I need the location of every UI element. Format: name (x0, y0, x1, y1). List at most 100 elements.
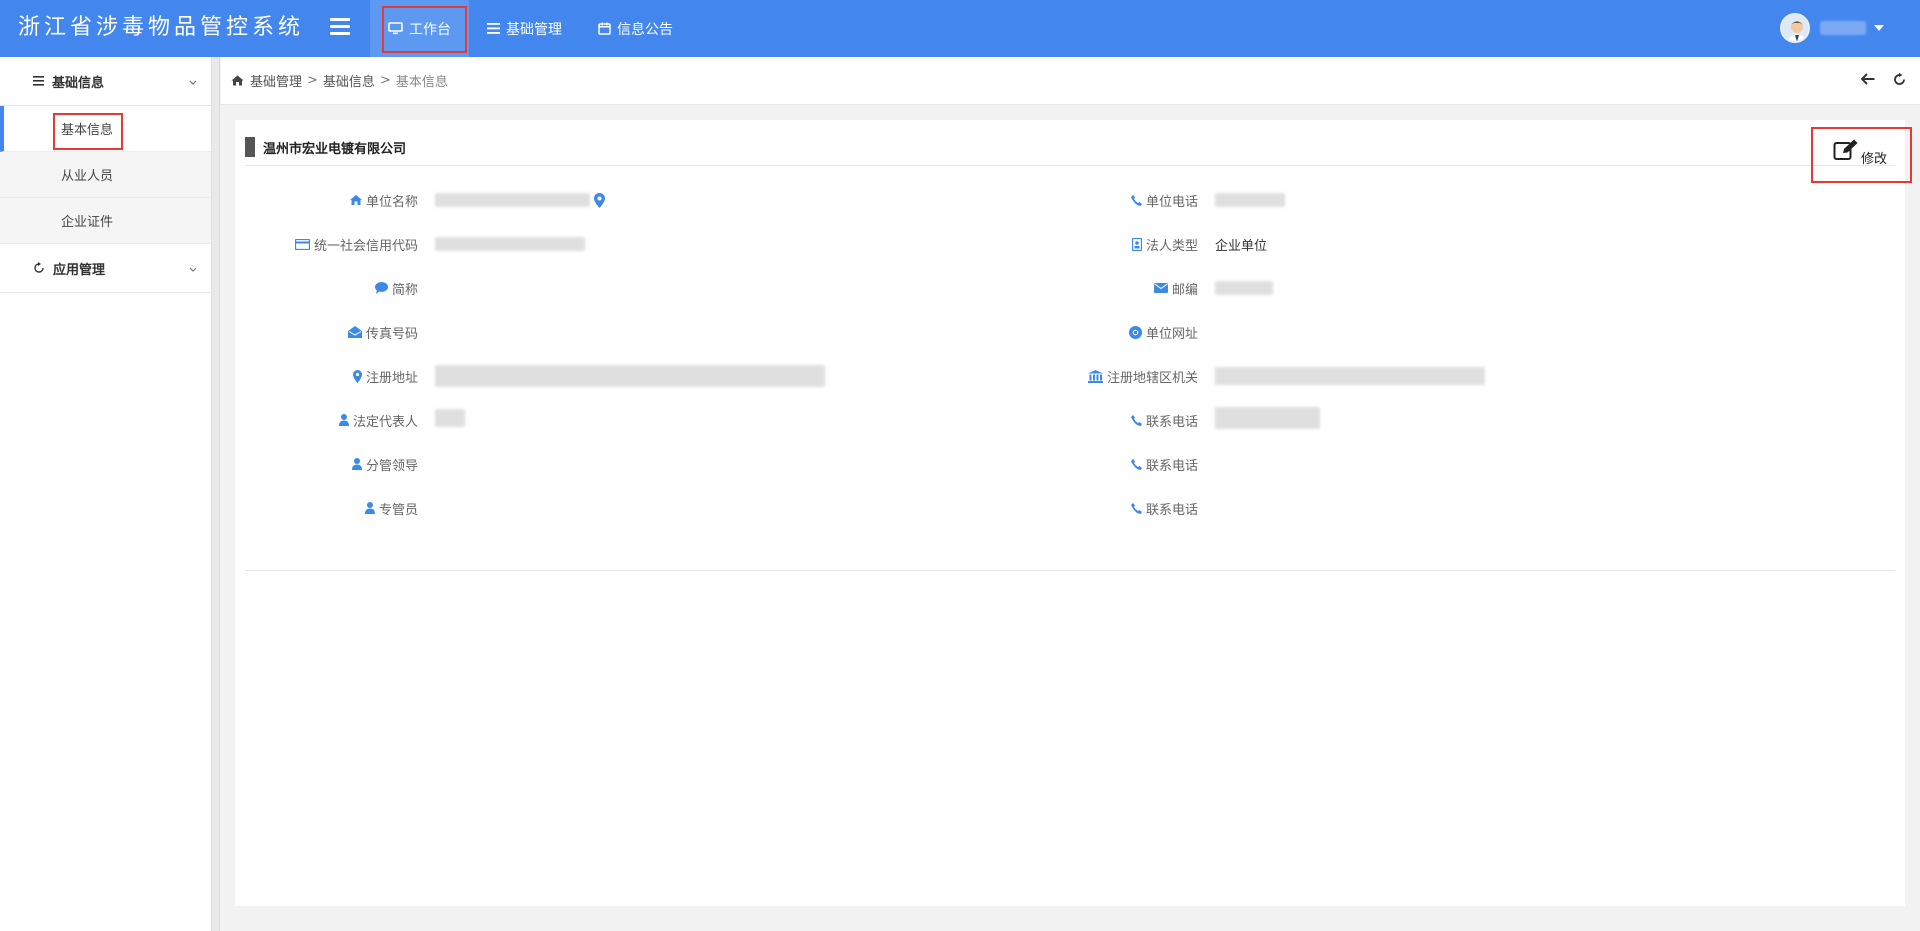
user-menu[interactable] (1780, 12, 1884, 44)
nav-basic-management-label: 基础管理 (506, 21, 562, 38)
phone-icon (1130, 414, 1142, 426)
nav-announcements[interactable]: 信息公告 (580, 0, 691, 57)
field-label-supervisor: 分管领导 (235, 454, 418, 474)
phone-icon (1130, 458, 1142, 470)
sidebar-item-label: 企业证件 (61, 215, 114, 230)
breadcrumb-separator: > (307, 73, 318, 88)
refresh-icon[interactable] (1893, 73, 1906, 86)
sidebar-item-label: 基本信息 (61, 123, 114, 138)
field-label-credit-code: 统一社会信用代码 (235, 234, 418, 254)
home-icon (231, 75, 244, 86)
bars-icon (33, 76, 44, 86)
breadcrumb-item[interactable]: 基础管理 (250, 71, 302, 90)
back-arrow-icon[interactable] (1861, 73, 1875, 86)
field-value-postcode (1215, 278, 1273, 298)
chrome-icon (1128, 325, 1142, 339)
field-label-contact-phone-3: 联系电话 (835, 498, 1198, 518)
card-header: 温州市宏业电镀有限公司 (245, 136, 406, 158)
nav-workbench-label: 工作台 (409, 21, 451, 38)
avatar (1780, 13, 1810, 43)
redacted-value (1215, 367, 1485, 385)
redacted-value (1215, 281, 1273, 295)
nav-announcements-label: 信息公告 (617, 21, 673, 38)
calendar-icon (598, 22, 611, 35)
sidebar: 基础信息 基本信息 从业人员 企业证件 应用管理 (0, 57, 212, 931)
field-value-unit-phone (1215, 190, 1285, 210)
company-name-title: 温州市宏业电镀有限公司 (263, 141, 407, 157)
comment-icon (374, 282, 388, 294)
divider (245, 570, 1895, 571)
field-label-contact-phone-2: 联系电话 (835, 454, 1198, 474)
edit-icon (1833, 139, 1859, 165)
id-badge-icon (1131, 237, 1142, 251)
sidebar-group-app-management[interactable]: 应用管理 (0, 244, 211, 293)
field-label-unit-phone: 单位电话 (835, 190, 1198, 210)
bank-icon (1087, 369, 1103, 383)
list-icon (487, 23, 500, 34)
envelope-icon (1153, 283, 1168, 293)
field-label-postcode: 邮编 (835, 278, 1198, 298)
breadcrumb-item[interactable]: 基础信息 (323, 71, 375, 90)
field-value-credit-code (435, 234, 585, 254)
user-icon (351, 458, 362, 470)
sidebar-item-basic-info[interactable]: 基本信息 (0, 106, 211, 152)
field-label-legal-rep: 法定代表人 (235, 410, 418, 430)
sidebar-group-label: 基础信息 (52, 75, 105, 91)
sidebar-scrollbar[interactable] (212, 57, 220, 931)
edit-button[interactable]: 修改 (1833, 139, 1887, 167)
edit-button-label: 修改 (1860, 152, 1887, 167)
field-value-registered-address (435, 365, 825, 387)
redacted-value (1215, 193, 1285, 207)
field-value-jurisdiction (1215, 366, 1485, 386)
username (1820, 21, 1866, 35)
sidebar-item-employees[interactable]: 从业人员 (0, 152, 211, 198)
nav-workbench[interactable]: 工作台 (370, 0, 469, 57)
chevron-down-icon (1874, 25, 1884, 31)
sidebar-item-label: 从业人员 (61, 169, 114, 184)
user-icon (364, 502, 375, 514)
phone-icon (1130, 502, 1142, 514)
map-marker-icon[interactable] (594, 192, 605, 208)
breadcrumb-current: 基本信息 (395, 75, 448, 90)
field-label-website: 单位网址 (835, 322, 1198, 342)
redacted-value (1215, 407, 1320, 429)
credit-card-icon (294, 238, 310, 250)
field-label-jurisdiction: 注册地辖区机关 (835, 366, 1198, 386)
envelope-open-icon (347, 326, 362, 338)
sidebar-group-basic-info[interactable]: 基础信息 (0, 57, 211, 106)
field-label-unit-name: 单位名称 (235, 190, 418, 210)
chevron-down-icon (189, 75, 197, 90)
menu-toggle-icon[interactable] (330, 18, 350, 36)
sidebar-item-certificates[interactable]: 企业证件 (0, 198, 211, 244)
refresh-icon (33, 262, 45, 274)
map-marker-icon (352, 369, 362, 383)
top-navbar: 浙江省涉毒物品管控系统 工作台 基础管理 信息公告 (0, 0, 1920, 57)
field-label-short-name: 简称 (235, 278, 418, 298)
phone-icon (1130, 194, 1142, 206)
field-value-contact-phone-1 (1215, 407, 1320, 429)
field-value-legal-type: 企业单位 (1215, 238, 1268, 254)
redacted-value (435, 237, 585, 251)
app-title: 浙江省涉毒物品管控系统 (18, 15, 305, 40)
divider (245, 165, 1895, 166)
redacted-value (435, 365, 825, 387)
field-value-legal-rep (435, 408, 465, 428)
redacted-value (435, 193, 590, 207)
sidebar-group-label: 应用管理 (53, 262, 106, 278)
redacted-value (435, 409, 465, 427)
nav-basic-management[interactable]: 基础管理 (469, 0, 580, 57)
field-label-contact-phone-1: 联系电话 (835, 410, 1198, 430)
home-icon (349, 195, 362, 205)
breadcrumb: 基础管理 > 基础信息 > 基本信息 (221, 57, 1920, 105)
field-label-manager: 专管员 (235, 498, 418, 518)
main-nav: 工作台 基础管理 信息公告 (370, 0, 691, 57)
chevron-down-icon (189, 262, 197, 277)
header-accent-bar (245, 137, 255, 157)
field-label-fax: 传真号码 (235, 322, 418, 342)
field-label-legal-type: 法人类型 (835, 234, 1198, 254)
company-info-card: 温州市宏业电镀有限公司 修改 单位名称 统一社会信用代码 简称 传真号码 注册地… (235, 120, 1905, 906)
field-value-unit-name (435, 190, 605, 210)
desktop-icon (388, 22, 403, 35)
user-icon (338, 414, 349, 426)
breadcrumb-separator: > (379, 73, 391, 88)
